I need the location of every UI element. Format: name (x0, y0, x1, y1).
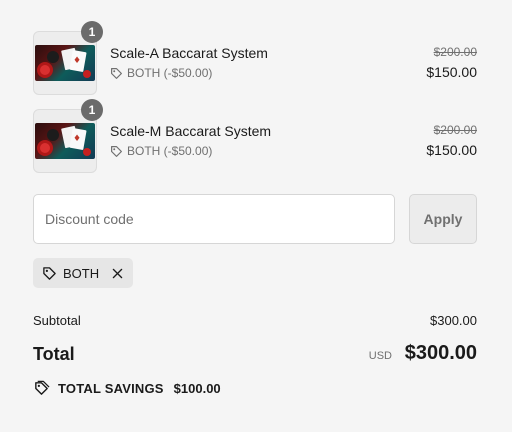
original-price: $200.00 (433, 123, 477, 137)
total-currency: USD (368, 350, 392, 362)
quantity-badge: 1 (81, 99, 103, 121)
apply-button[interactable]: Apply (409, 194, 477, 244)
product-thumbnail: ♦ 1 (33, 21, 103, 95)
product-name: Scale-M Baccarat System (110, 123, 272, 139)
product-name: Scale-A Baccarat System (110, 45, 268, 61)
total-savings: TOTAL SAVINGS $100.00 (33, 380, 221, 397)
subtotal-value: $300.00 (430, 313, 477, 328)
quantity-badge: 1 (81, 21, 103, 43)
product-image: ♦ (35, 123, 95, 159)
discounted-price: $150.00 (426, 142, 477, 158)
savings-label: TOTAL SAVINGS (58, 381, 164, 396)
item-discount: BOTH (-$50.00) (110, 144, 212, 158)
svg-text:♦: ♦ (73, 134, 81, 144)
tag-icon (110, 67, 123, 80)
total-label: Total (33, 344, 75, 364)
tag-icon (110, 145, 123, 158)
remove-discount-button[interactable] (112, 268, 123, 279)
line-item: ♦ 1 Scale-A Baccarat System BOTH (-$50.0… (33, 21, 477, 95)
tag-icon (42, 266, 57, 281)
item-discount: BOTH (-$50.00) (110, 66, 212, 80)
product-image: ♦ (35, 45, 95, 81)
savings-value: $100.00 (173, 381, 221, 396)
discount-code-input[interactable] (33, 194, 395, 244)
total-value: $300.00 (404, 342, 477, 364)
svg-text:♦: ♦ (73, 56, 81, 66)
close-icon (112, 268, 123, 279)
discounted-price: $150.00 (426, 64, 477, 80)
price-tag-icon (33, 380, 50, 397)
original-price: $200.00 (433, 45, 477, 59)
item-discount-label: BOTH (-$50.00) (127, 144, 213, 158)
item-discount-label: BOTH (-$50.00) (127, 66, 213, 80)
subtotal-label: Subtotal (33, 313, 81, 328)
applied-discount-code: BOTH (63, 265, 100, 281)
applied-discount-chip: BOTH (33, 258, 133, 288)
product-thumbnail: ♦ 1 (33, 99, 103, 173)
line-item: ♦ 1 Scale-M Baccarat System BOTH (-$50.0… (33, 99, 477, 173)
